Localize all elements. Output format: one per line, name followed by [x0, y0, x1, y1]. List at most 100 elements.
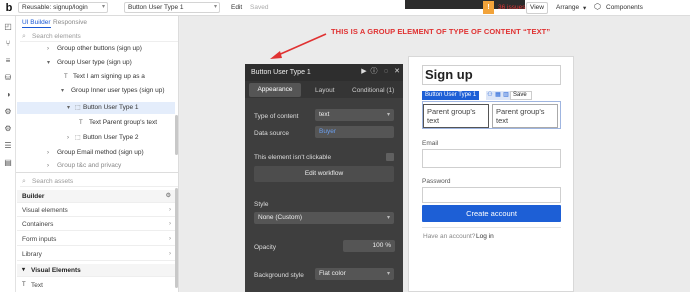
tab-layout[interactable]: Layout [315, 87, 335, 94]
section-label: Library [22, 251, 42, 258]
password-field[interactable] [422, 187, 561, 203]
view-button[interactable]: View [526, 2, 548, 14]
close-icon[interactable]: ✕ [393, 68, 401, 76]
create-account-button[interactable]: Create account [422, 205, 561, 222]
have-account-text: Have an account? [423, 233, 476, 240]
search-icon: ⌕ [22, 33, 26, 40]
saved-status: Saved [250, 4, 269, 11]
background-style-label: Background style [254, 272, 304, 279]
section-visual-elements-header[interactable]: ▾ Visual Elements [17, 264, 177, 277]
data-icon[interactable]: ≡ [3, 56, 13, 66]
style-value: None (Custom) [258, 214, 303, 221]
section-containers[interactable]: Containers › [17, 218, 177, 231]
login-link[interactable]: Log in [476, 233, 494, 240]
edit-workflow-button[interactable]: Edit workflow [254, 166, 394, 182]
tree-item-label: Text Parent group's text [89, 119, 158, 126]
not-clickable-checkbox[interactable] [386, 153, 394, 161]
tab-responsive[interactable]: Responsive [53, 19, 87, 26]
chevron-down-icon: ▾ [47, 60, 51, 66]
chevron-right-icon: › [47, 150, 49, 156]
bubble-logo[interactable]: b [3, 2, 15, 14]
page-selector[interactable]: Reusable: signup/login ▾ [18, 2, 108, 13]
play-icon[interactable]: ▶ [360, 68, 368, 76]
annotation-text: THIS IS A GROUP ELEMENT OF TYPE OF CONTE… [331, 27, 551, 36]
arrange-menu[interactable]: Arrange [556, 4, 579, 11]
section-label: Visual elements [22, 207, 68, 214]
opacity-label: Opacity [254, 244, 277, 251]
tree-item-label: Text I am signing up as a [73, 73, 145, 80]
section-visual-elements[interactable]: Visual elements › [17, 204, 177, 217]
section-form-inputs[interactable]: Form inputs › [17, 233, 177, 246]
workflow-icon[interactable]: ⑂ [3, 39, 13, 49]
chevron-right-icon: › [169, 236, 171, 242]
lock-icon[interactable]: ▥ [502, 91, 510, 100]
opacity-input[interactable]: 100 % [343, 240, 395, 252]
tree-item[interactable]: T Text I am signing up as a [17, 71, 175, 83]
chevron-down-icon: ▾ [386, 215, 390, 221]
type-of-content-select[interactable]: text ▾ [315, 109, 394, 121]
style-select[interactable]: None (Custom) ▾ [254, 212, 394, 224]
info-icon[interactable]: ⓘ [370, 68, 378, 76]
button-icon: ⬚ [75, 105, 81, 111]
element-selector[interactable]: Button User Type 1 ▾ [124, 2, 220, 13]
search-elements-placeholder: Search elements [32, 33, 81, 40]
tab-conditional[interactable]: Conditional (1) [352, 87, 394, 94]
settings-icon[interactable]: ⚙ [3, 124, 13, 134]
chevron-down-icon: ▾ [22, 267, 26, 273]
issues-count[interactable]: 36 issues [498, 4, 525, 11]
assets-scrollbar[interactable] [175, 188, 178, 288]
chevron-right-icon: › [47, 163, 49, 169]
comment-icon[interactable]: ◌ [382, 68, 390, 76]
section-label: Containers [22, 221, 54, 228]
tree-item[interactable]: › Group t&c and privacy [17, 162, 175, 170]
section-library[interactable]: Library › [17, 248, 177, 261]
plugins-icon[interactable]: ⚙ [3, 107, 13, 117]
tree-item[interactable]: T Text Parent group's text [17, 117, 175, 129]
save-tag[interactable]: Save [510, 91, 532, 100]
selected-element-tag[interactable]: Button User Type 1 [422, 91, 480, 100]
search-icon: ⌕ [22, 178, 26, 185]
chevron-right-icon: › [67, 135, 69, 141]
tree-item-label: Group t&c and privacy [57, 162, 122, 169]
tree-item[interactable]: › Group Email method (sign up) [17, 147, 175, 159]
user-icon[interactable]: ⚇ [486, 91, 494, 100]
page-selector-label: Reusable: signup/login [22, 4, 88, 11]
search-elements-input[interactable]: ⌕ Search elements [20, 31, 178, 42]
tree-scrollbar[interactable] [175, 115, 178, 155]
tree-item[interactable]: › Group other buttons (sign up) [17, 43, 175, 55]
email-field[interactable] [422, 149, 561, 168]
tree-item-selected[interactable]: ▾ ⬚ Button User Type 1 [17, 102, 175, 114]
section-label: Text [31, 282, 43, 289]
background-style-select[interactable]: Flat color ▾ [315, 268, 394, 280]
element-text[interactable]: T Text [17, 279, 177, 292]
search-assets-input[interactable]: ⌕ Search assets [20, 176, 178, 187]
signup-heading[interactable]: Sign up [422, 65, 561, 85]
tree-item[interactable]: › ⬚ Button User Type 2 [17, 132, 175, 144]
tree-item[interactable]: ▾ Group User type (sign up) [17, 57, 175, 69]
grid-icon[interactable]: ▦ [494, 91, 502, 100]
tab-appearance[interactable]: Appearance [249, 83, 301, 97]
style-label: Style [254, 201, 269, 208]
preview-icon[interactable]: ▤ [3, 158, 13, 168]
tab-ui-builder[interactable]: UI Builder [22, 19, 51, 28]
button-icon: ⬚ [75, 135, 81, 141]
database-icon[interactable]: ⛁ [3, 73, 13, 83]
parent-group-text-1[interactable]: Parent group's text [423, 104, 489, 128]
design-icon[interactable]: ◰ [3, 22, 13, 32]
styles-icon[interactable]: ◑ [3, 90, 13, 100]
tree-item[interactable]: ▾ Group Inner user types (sign up) [17, 85, 175, 97]
opacity-value: 100 [372, 242, 384, 249]
data-source-field[interactable]: Buyer [315, 126, 394, 138]
chevron-right-icon: › [169, 251, 171, 257]
parent-group-text-2[interactable]: Parent group's text [492, 104, 558, 128]
preview-divider [422, 227, 561, 228]
text-icon: T [79, 120, 83, 126]
edit-mode-label[interactable]: Edit [231, 4, 242, 11]
tree-item-label: Group User type (sign up) [57, 59, 132, 66]
opacity-unit: % [385, 242, 391, 249]
section-builder[interactable]: Builder ⚙ [17, 190, 177, 203]
logs-icon[interactable]: ☰ [3, 141, 13, 151]
components-button[interactable]: Components [606, 4, 643, 11]
section-label: Form inputs [22, 236, 57, 243]
warning-icon[interactable]: ! [483, 1, 494, 14]
